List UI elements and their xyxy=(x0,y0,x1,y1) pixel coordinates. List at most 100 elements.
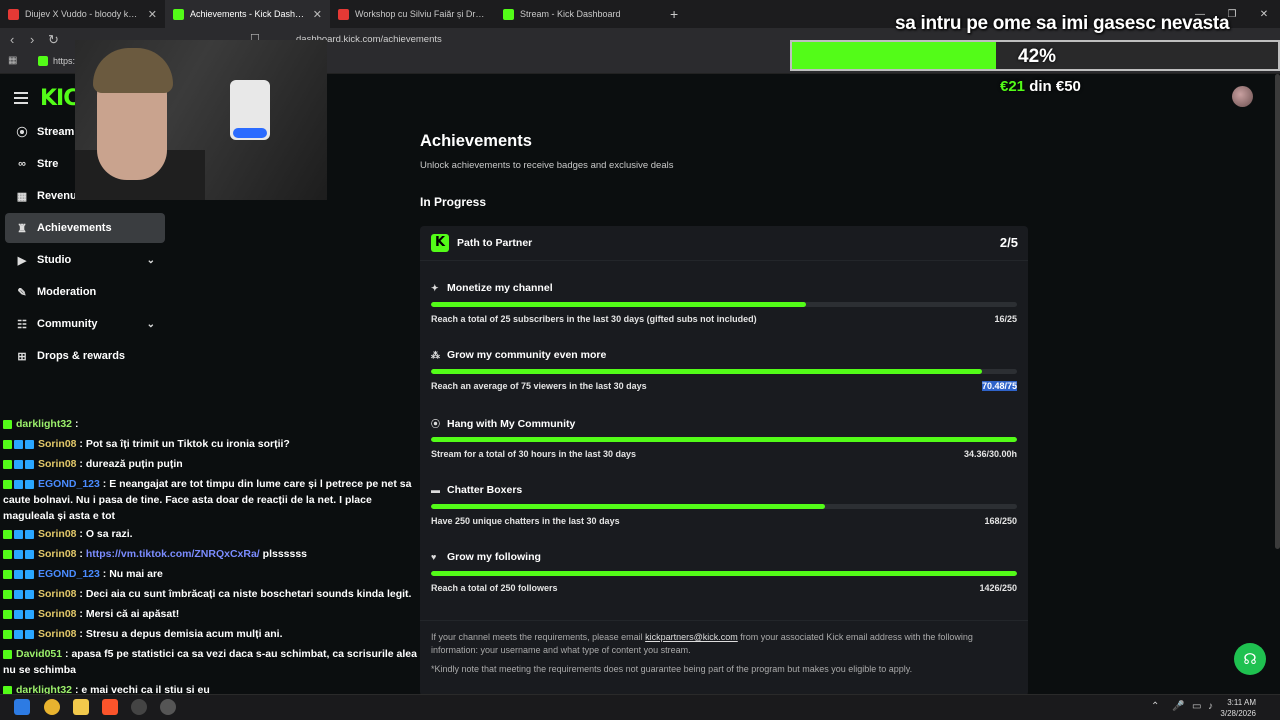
windows-start-icon[interactable] xyxy=(14,699,30,715)
sidebar-item-community[interactable]: ☷ Community ⌄ xyxy=(5,309,165,339)
media-player-icon[interactable] xyxy=(160,699,176,715)
chat-username[interactable]: Sorin08 xyxy=(38,458,77,470)
chat-message: Sorin08 : Deci aia cu sunt îmbrăcați ca … xyxy=(3,586,418,602)
volume-icon[interactable]: ♪ xyxy=(1208,701,1213,712)
browser-tab[interactable]: Workshop cu Silviu Faiăr și Dragoș Pl xyxy=(330,0,495,28)
chat-badge-icon xyxy=(25,569,34,579)
chat-username[interactable]: Sorin08 xyxy=(38,588,77,600)
footer-text: If your channel meets the requirements, … xyxy=(431,632,646,642)
chat-badge-icon xyxy=(3,439,12,449)
sidebar-item-label: Moderation xyxy=(37,286,97,298)
amount-target: din €50 xyxy=(1025,78,1081,95)
chat-link[interactable]: https://vm.tiktok.com/ZNRQxCxRa/ xyxy=(86,548,260,560)
chat-username[interactable]: EGOND_123 xyxy=(38,568,100,580)
file-explorer-icon[interactable] xyxy=(73,699,89,715)
card-title: Path to Partner xyxy=(457,237,533,249)
user-avatar[interactable] xyxy=(1232,86,1253,107)
back-icon[interactable]: ‹ xyxy=(10,32,14,47)
chat-message: Sorin08 : https://vm.tiktok.com/ZNRQxCxR… xyxy=(3,546,418,562)
tab-title: Diujev X Vuddo - bloody knuckles - Y xyxy=(25,9,142,19)
chat-badge-icon xyxy=(3,609,12,619)
youtube-favicon-icon xyxy=(338,8,349,20)
tab-title: Stream - Kick Dashboard xyxy=(520,9,621,19)
chat-message: Sorin08 : O sa razi. xyxy=(3,526,418,542)
donation-goal-text: sa intru pe ome sa imi gasesc nevasta xyxy=(895,13,1230,34)
obs-icon[interactable] xyxy=(131,699,147,715)
bookmark-favicon-icon xyxy=(38,56,48,66)
chrome-icon[interactable] xyxy=(44,699,60,715)
close-icon[interactable]: ✕ xyxy=(148,8,157,21)
brave-icon[interactable] xyxy=(102,699,118,715)
microphone-icon[interactable]: 🎤 xyxy=(1172,701,1184,712)
taskbar-clock[interactable]: 3:11 AM 3/28/2026 xyxy=(1220,697,1256,719)
donation-goal-amount: €21 din €50 xyxy=(1000,78,1081,95)
chat-username[interactable]: Sorin08 xyxy=(38,438,77,450)
chat-text: : Mersi că ai apăsat! xyxy=(76,608,180,620)
path-to-partner-card: K Path to Partner 2/5 ✦ Monetize my chann… xyxy=(420,226,1028,696)
chat-badge-icon xyxy=(3,569,12,579)
forward-icon[interactable]: › xyxy=(30,32,34,47)
chat-badge-icon xyxy=(25,629,34,639)
chat-badge-icon xyxy=(25,549,34,559)
chat-badge-icon xyxy=(25,459,34,469)
chevron-down-icon[interactable]: ⌄ xyxy=(147,319,155,330)
achievement-description: Have 250 unique chatters in the last 30 … xyxy=(431,516,620,526)
chat-badge-icon xyxy=(3,529,12,539)
chat-badge-icon xyxy=(14,529,23,539)
achievement-item: ⁂ Grow my community even more Reach an av… xyxy=(431,349,1017,409)
signal-icon: ⦿ xyxy=(431,419,441,429)
achievement-title: Monetize my channel xyxy=(447,282,553,294)
chat-username[interactable]: EGOND_123 xyxy=(38,478,100,490)
progress-fill xyxy=(431,369,982,374)
chat-text: : O sa razi. xyxy=(76,528,133,540)
donation-goal-fill xyxy=(792,42,997,69)
chat-username[interactable]: Sorin08 xyxy=(38,528,77,540)
chat-message: Sorin08 : durează puțin puțin xyxy=(3,456,418,472)
chevron-down-icon[interactable]: ⌄ xyxy=(147,255,155,266)
chat-username[interactable]: Sorin08 xyxy=(38,608,77,620)
browser-tab[interactable]: Stream - Kick Dashboard xyxy=(495,0,660,28)
partner-email-link[interactable]: kickpartners@kick.com xyxy=(645,632,738,642)
browser-tab[interactable]: Diujev X Vuddo - bloody knuckles - Y ✕ xyxy=(0,0,165,28)
trophy-icon: ♜ xyxy=(17,222,27,235)
network-icon[interactable]: ▭ xyxy=(1192,701,1201,712)
progress-fill xyxy=(431,504,825,509)
chat-badge-icon xyxy=(3,629,12,639)
progress-fill xyxy=(431,571,1017,576)
achievement-value: 16/25 xyxy=(994,314,1017,324)
hamburger-menu-icon[interactable] xyxy=(14,92,28,107)
achievement-title: Chatter Boxers xyxy=(447,484,523,496)
browser-tab-active[interactable]: Achievements - Kick Dashboard ✕ xyxy=(165,0,330,28)
donation-goal-bar: 42% xyxy=(790,40,1280,71)
chat-badge-icon xyxy=(14,609,23,619)
chat-badge-icon xyxy=(3,549,12,559)
chat-message: David051 : apasa f5 pe statistici ca sa … xyxy=(3,646,418,678)
reload-icon[interactable]: ↻ xyxy=(48,32,59,48)
chat-username[interactable]: darklight32 xyxy=(16,418,72,430)
chat-message: Sorin08 : Mersi că ai apăsat! xyxy=(3,606,418,622)
apps-grid-icon[interactable]: ▦ xyxy=(8,55,17,66)
sidebar-item-drops-rewards[interactable]: ⊞ Drops & rewards xyxy=(5,341,165,371)
close-icon[interactable]: ✕ xyxy=(313,8,322,21)
support-chat-button[interactable]: ☊ xyxy=(1234,643,1266,675)
tray-chevron-icon[interactable]: ⌃ xyxy=(1151,701,1159,712)
chat-username[interactable]: David051 xyxy=(16,648,62,660)
achievement-item: ▬ Chatter Boxers Have 250 unique chatters… xyxy=(431,484,1017,544)
close-window-icon[interactable]: ✕ xyxy=(1248,9,1280,20)
page-title: Achievements xyxy=(420,132,532,150)
chat-badge-icon xyxy=(3,589,12,599)
new-tab-button[interactable]: + xyxy=(660,6,688,22)
chat-username[interactable]: Sorin08 xyxy=(38,548,77,560)
footer-note: *Kindly note that meeting the requiremen… xyxy=(431,664,913,674)
sidebar-item-moderation[interactable]: ✎ Moderation xyxy=(5,277,165,307)
card-header[interactable]: K Path to Partner 2/5 xyxy=(420,226,1028,261)
chat-badge-icon xyxy=(3,649,12,659)
sidebar-item-achievements[interactable]: ♜ Achievements xyxy=(5,213,165,243)
achievement-description: Stream for a total of 30 hours in the la… xyxy=(431,449,637,459)
chat-text: : Pot sa îți trimit un Tiktok cu ironia … xyxy=(76,438,290,450)
chat-username[interactable]: Sorin08 xyxy=(38,628,77,640)
scrollbar[interactable] xyxy=(1275,74,1280,549)
sidebar-item-studio[interactable]: ▶ Studio ⌄ xyxy=(5,245,165,275)
achievement-value: 70.48/75 xyxy=(981,381,1017,391)
chat-badge-icon xyxy=(14,589,23,599)
